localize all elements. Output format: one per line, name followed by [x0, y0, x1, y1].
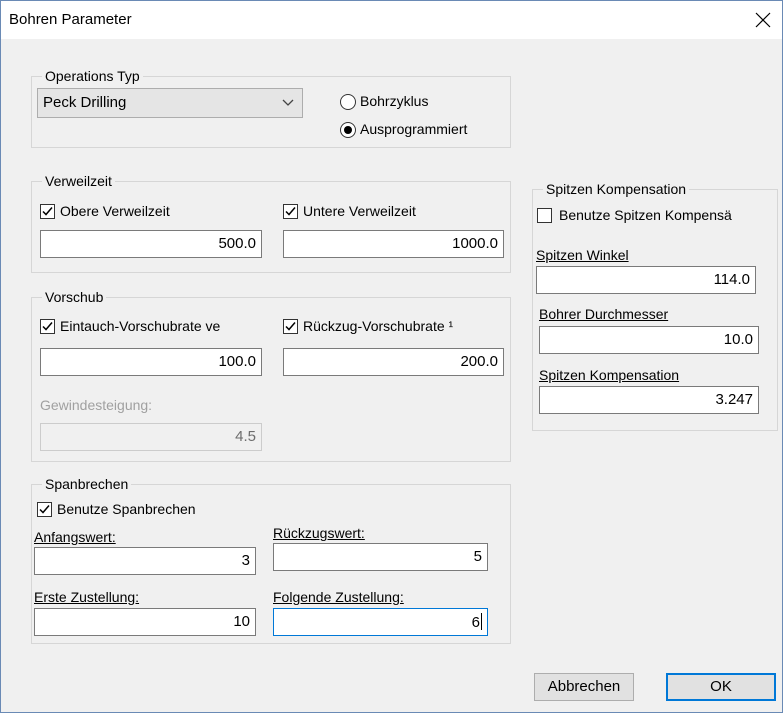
obere-verweilzeit-label: Obere Verweilzeit: [60, 203, 170, 219]
anfangswert-label: Anfangswert:: [34, 529, 116, 545]
bohrer-durchmesser-label: Bohrer Durchmesser: [539, 306, 669, 322]
ok-button[interactable]: OK: [666, 673, 776, 701]
cancel-button-label: Abbrechen: [547, 678, 621, 695]
checkmark-icon: [285, 207, 296, 216]
radio-bohrzyklus-label: Bohrzyklus: [360, 93, 429, 109]
verweilzeit-legend: Verweilzeit: [42, 172, 115, 190]
radio-bohrzyklus[interactable]: [340, 94, 356, 110]
folgende-zustellung-value: 6: [471, 614, 480, 631]
radio-ausprogrammiert[interactable]: [340, 122, 356, 138]
spitzen-kompensation-input[interactable]: 3.247: [539, 386, 759, 414]
gewindesteigung-input: 4.5: [40, 423, 262, 451]
spitzen-winkel-input[interactable]: 114.0: [536, 266, 756, 294]
rueckzugswert-input[interactable]: 5: [273, 543, 488, 571]
text-caret: [481, 613, 482, 630]
verweilzeit-group: Verweilzeit: [31, 172, 511, 273]
folgende-zustellung-label: Folgende Zustellung:: [273, 589, 404, 605]
gewindesteigung-label: Gewindesteigung:: [40, 397, 153, 413]
spitzen-kompensation-legend: Spitzen Kompensation: [543, 180, 690, 198]
close-button[interactable]: [748, 5, 778, 35]
benutze-spitzen-checkbox[interactable]: [537, 208, 552, 223]
ok-button-label: OK: [710, 678, 732, 695]
checkmark-icon: [42, 207, 53, 216]
chevron-down-icon: [282, 99, 294, 106]
erste-zustellung-input[interactable]: 10: [34, 608, 256, 636]
cancel-button[interactable]: Abbrechen: [534, 673, 634, 701]
dialog-window: Bohren Parameter Operations Typ Peck Dri…: [0, 0, 783, 713]
rueckzug-vorschubrate-input[interactable]: 200.0: [283, 348, 504, 376]
untere-verweilzeit-input[interactable]: 1000.0: [283, 230, 504, 258]
close-icon: [755, 12, 771, 28]
anfangswert-input[interactable]: 3: [34, 547, 256, 575]
untere-verweilzeit-checkbox[interactable]: [283, 204, 298, 219]
title-bar: Bohren Parameter: [1, 1, 782, 39]
benutze-spanbrechen-checkbox[interactable]: [37, 502, 52, 517]
checkmark-icon: [42, 322, 53, 331]
erste-zustellung-label: Erste Zustellung:: [34, 589, 140, 605]
operations-type-combo[interactable]: Peck Drilling: [37, 88, 303, 118]
operations-type-legend: Operations Typ: [42, 67, 143, 85]
benutze-spitzen-label: Benutze Spitzen Kompensä: [559, 207, 732, 223]
checkmark-icon: [285, 322, 296, 331]
rueckzug-vorschubrate-label: Rückzug-Vorschubrate ¹: [303, 318, 454, 334]
obere-verweilzeit-input[interactable]: 500.0: [40, 230, 262, 258]
spitzen-winkel-label: Spitzen Winkel: [536, 247, 629, 263]
eintauch-vorschubrate-checkbox[interactable]: [40, 319, 55, 334]
eintauch-vorschubrate-label: Eintauch-Vorschubrate ve: [60, 318, 221, 334]
eintauch-vorschubrate-input[interactable]: 100.0: [40, 348, 262, 376]
radio-ausprogrammiert-label: Ausprogrammiert: [360, 121, 468, 137]
bohrer-durchmesser-input[interactable]: 10.0: [539, 326, 759, 354]
untere-verweilzeit-label: Untere Verweilzeit: [303, 203, 416, 219]
benutze-spanbrechen-label: Benutze Spanbrechen: [57, 501, 196, 517]
spanbrechen-legend: Spanbrechen: [42, 475, 132, 493]
folgende-zustellung-input[interactable]: 6: [273, 608, 488, 636]
spitzen-kompensation-label: Spitzen Kompensation: [539, 367, 680, 383]
rueckzugswert-label: Rückzugswert:: [273, 525, 365, 541]
window-title: Bohren Parameter: [9, 11, 132, 28]
radio-selected-dot: [344, 126, 352, 134]
checkmark-icon: [39, 505, 50, 514]
obere-verweilzeit-checkbox[interactable]: [40, 204, 55, 219]
rueckzug-vorschubrate-checkbox[interactable]: [283, 319, 298, 334]
vorschub-legend: Vorschub: [42, 288, 107, 306]
operations-type-value: Peck Drilling: [43, 94, 127, 111]
